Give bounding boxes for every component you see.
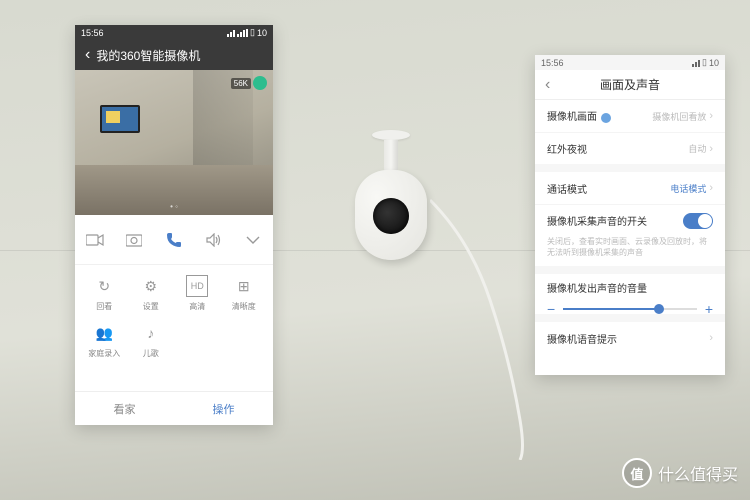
quality-icon: ⊞ xyxy=(233,275,255,297)
battery-icon: ▯ xyxy=(250,27,255,38)
camera-feed[interactable]: 56K • ◦ xyxy=(75,70,273,215)
tab-home[interactable]: 看家 xyxy=(75,392,174,425)
row-call-mode[interactable]: 通话模式 电话模式› xyxy=(535,172,725,204)
camera-device xyxy=(355,130,427,260)
volume-minus[interactable]: − xyxy=(547,301,555,317)
hd-icon: HD xyxy=(186,275,208,297)
call-icon[interactable] xyxy=(161,227,187,253)
status-bar: 15:56 ▯ 10 xyxy=(75,25,273,40)
nav-title: 画面及声音 xyxy=(600,76,660,93)
back-icon[interactable]: ‹ xyxy=(85,46,90,64)
status-icons: ▯10 xyxy=(692,57,719,68)
tv-in-feed xyxy=(100,105,140,133)
row-mic-toggle: 摄像机采集声音的开关 xyxy=(535,204,725,236)
nav-bar: ‹ 画面及声音 xyxy=(535,70,725,100)
snapshot-icon[interactable] xyxy=(121,227,147,253)
grid-family[interactable]: 👥家庭录入 xyxy=(83,322,126,359)
chevron-right-icon: › xyxy=(709,110,713,122)
grid-hd[interactable]: HD高清 xyxy=(176,275,219,312)
tab-bar: 看家 操作 xyxy=(75,391,273,425)
nav-bar: ‹ 我的360智能摄像机 xyxy=(75,40,273,70)
settings-list: 摄像机画面 摄像机回看放› 红外夜视 自动› 通话模式 电话模式› 摄像机采集声… xyxy=(535,100,725,354)
tab-operate[interactable]: 操作 xyxy=(174,392,273,425)
grid-music[interactable]: ♪儿歌 xyxy=(130,322,173,359)
volume-slider[interactable] xyxy=(563,308,697,310)
row-night-vision[interactable]: 红外夜视 自动› xyxy=(535,132,725,164)
more-icon[interactable] xyxy=(240,227,266,253)
mic-toggle[interactable] xyxy=(683,213,713,229)
chevron-right-icon: › xyxy=(709,143,713,155)
status-icons: ▯ 10 xyxy=(227,27,267,38)
signal-icon xyxy=(237,29,248,37)
page-dots: • ◦ xyxy=(75,202,273,211)
phone-left: 15:56 ▯ 10 ‹ 我的360智能摄像机 56K • ◦ ↻回看 ⚙设置 … xyxy=(75,25,273,425)
speaker-icon[interactable] xyxy=(201,227,227,253)
watermark-icon: 值 xyxy=(622,458,652,488)
back-icon[interactable]: ‹ xyxy=(545,76,550,94)
status-bar: 15:56 ▯10 xyxy=(535,55,725,70)
feature-grid: ↻回看 ⚙设置 HD高清 ⊞清晰度 👥家庭录入 ♪儿歌 xyxy=(75,265,273,369)
status-time: 15:56 xyxy=(541,58,564,68)
bitrate-badge: 56K xyxy=(231,78,251,89)
gear-icon: ⚙ xyxy=(140,275,162,297)
chevron-right-icon: › xyxy=(709,182,713,194)
row-volume: 摄像机发出声音的音量 − + xyxy=(535,274,725,314)
action-row xyxy=(75,215,273,265)
volume-plus[interactable]: + xyxy=(705,301,713,317)
wifi-icon xyxy=(227,29,235,37)
grid-quality[interactable]: ⊞清晰度 xyxy=(223,275,266,312)
chevron-right-icon: › xyxy=(709,332,713,344)
grid-playback[interactable]: ↻回看 xyxy=(83,275,126,312)
grid-settings[interactable]: ⚙设置 xyxy=(130,275,173,312)
playback-icon: ↻ xyxy=(93,275,115,297)
row-voice-prompt[interactable]: 摄像机语音提示 › xyxy=(535,322,725,354)
phone-right: 15:56 ▯10 ‹ 画面及声音 摄像机画面 摄像机回看放› 红外夜视 自动›… xyxy=(535,55,725,375)
mic-toggle-hint: 关闭后，查看实时画面、云录像及回放时，将无法听到摄像机采集的声音 xyxy=(535,236,725,266)
record-icon[interactable] xyxy=(82,227,108,253)
row-camera-view[interactable]: 摄像机画面 摄像机回看放› xyxy=(535,100,725,132)
status-time: 15:56 xyxy=(81,28,104,38)
camera-icon xyxy=(600,112,612,124)
family-icon: 👥 xyxy=(93,322,115,344)
battery-icon: ▯ xyxy=(702,57,707,68)
nav-title: 我的360智能摄像机 xyxy=(96,47,200,64)
music-icon: ♪ xyxy=(140,322,162,344)
watermark: 值 什么值得买 xyxy=(622,458,738,488)
signal-icon xyxy=(692,59,700,67)
signal-quality-icon xyxy=(253,76,267,90)
